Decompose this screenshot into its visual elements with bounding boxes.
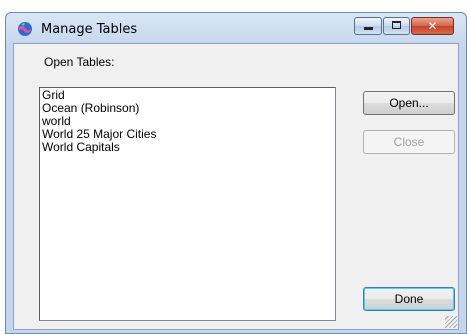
close-icon: ✕ xyxy=(427,19,438,33)
list-item[interactable]: Ocean (Robinson) xyxy=(42,102,333,115)
close-table-button[interactable]: Close xyxy=(363,130,455,154)
minimize-icon xyxy=(364,27,373,30)
minimize-button[interactable] xyxy=(354,17,382,35)
open-tables-label: Open Tables: xyxy=(44,55,115,69)
app-globe-icon xyxy=(18,22,32,36)
list-item[interactable]: World Capitals xyxy=(42,141,333,154)
maximize-icon xyxy=(392,21,401,29)
manage-tables-window: Manage Tables ✕ Open Tables: Grid Ocean … xyxy=(5,12,467,334)
window-title: Manage Tables xyxy=(41,22,138,37)
title-bar[interactable]: Manage Tables ✕ xyxy=(6,13,466,43)
maximize-button[interactable] xyxy=(383,17,410,35)
open-tables-list[interactable]: Grid Ocean (Robinson) world World 25 Maj… xyxy=(39,87,336,321)
close-window-button[interactable]: ✕ xyxy=(411,17,454,35)
open-button[interactable]: Open... xyxy=(363,91,455,115)
resize-grip[interactable] xyxy=(445,316,457,328)
done-button[interactable]: Done xyxy=(363,287,455,311)
dialog-body: Open Tables: Grid Ocean (Robinson) world… xyxy=(13,43,459,330)
